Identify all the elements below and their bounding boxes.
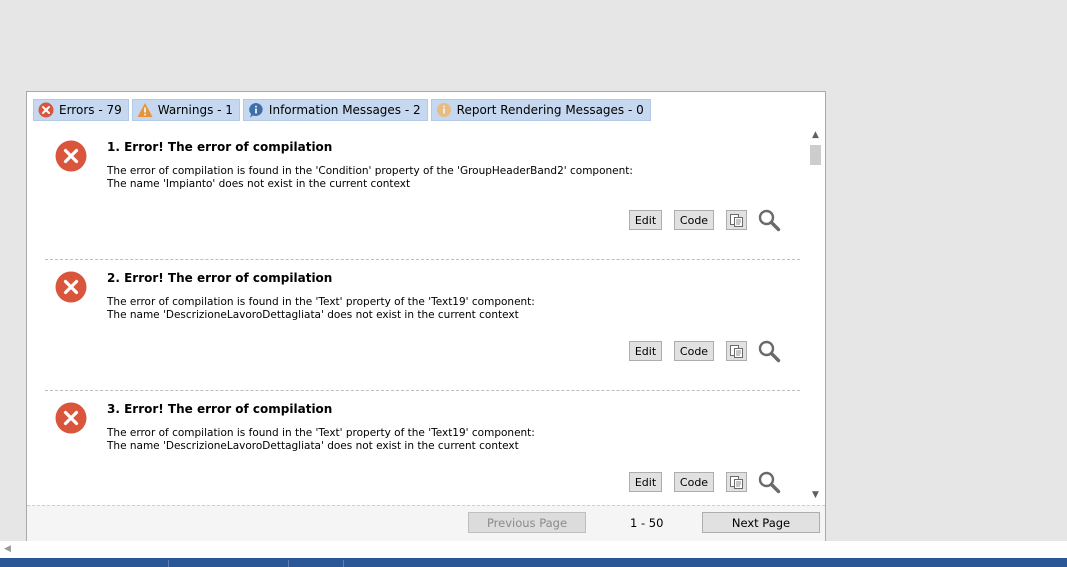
copy-button[interactable] — [726, 341, 747, 361]
message-title: 3. Error! The error of compilation — [107, 402, 333, 416]
scroll-down-icon[interactable]: ▼ — [808, 489, 823, 501]
horizontal-scrollbar[interactable]: ◀ — [0, 541, 1067, 558]
error-icon — [38, 102, 54, 118]
previous-page-button[interactable]: Previous Page — [468, 512, 586, 533]
message-description: The error of compilation is found in the… — [107, 165, 633, 177]
message-detail: The name 'DescrizioneLavoroDettagliata' … — [107, 309, 519, 321]
copy-icon — [730, 213, 743, 227]
scroll-left-icon[interactable]: ◀ — [4, 544, 11, 554]
error-icon — [55, 402, 87, 434]
pagination-bar: Previous Page 1 - 50 Next Page — [27, 505, 825, 541]
message-title: 1. Error! The error of compilation — [107, 140, 333, 154]
copy-icon — [730, 475, 743, 489]
next-page-button[interactable]: Next Page — [702, 512, 820, 533]
taskbar-divider — [168, 560, 169, 567]
info-icon — [249, 103, 263, 118]
magnifier-icon[interactable] — [757, 208, 781, 232]
copy-button[interactable] — [726, 472, 747, 492]
error-icon — [55, 271, 87, 303]
warning-icon — [137, 103, 153, 117]
message-list: 1. Error! The error of compilation The e… — [45, 129, 800, 501]
scrollbar-thumb[interactable] — [810, 145, 821, 165]
code-button[interactable]: Code — [674, 341, 714, 361]
tab-information[interactable]: Information Messages - 2 — [242, 99, 428, 121]
report-check-panel: Errors - 79 Warnings - 1 Information Mes… — [26, 91, 826, 541]
message-detail: The name 'Impianto' does not exist in th… — [107, 178, 411, 190]
message-tabs: Errors - 79 Warnings - 1 Information Mes… — [33, 99, 651, 121]
copy-button[interactable] — [726, 210, 747, 230]
taskbar-divider — [288, 560, 289, 567]
magnifier-icon[interactable] — [757, 470, 781, 494]
report-rendering-icon — [436, 103, 451, 117]
tab-report-rendering[interactable]: Report Rendering Messages - 0 — [430, 99, 651, 121]
code-button[interactable]: Code — [674, 210, 714, 230]
message-title: 2. Error! The error of compilation — [107, 271, 333, 285]
message-description: The error of compilation is found in the… — [107, 296, 535, 308]
magnifier-icon[interactable] — [757, 339, 781, 363]
tab-errors[interactable]: Errors - 79 — [33, 99, 129, 121]
copy-icon — [730, 344, 743, 358]
tab-report-rendering-label: Report Rendering Messages - 0 — [456, 103, 644, 117]
message-detail: The name 'DescrizioneLavoroDettagliata' … — [107, 440, 519, 452]
list-item: 2. Error! The error of compilation The e… — [45, 260, 800, 391]
vertical-scrollbar[interactable]: ▲ ▼ — [808, 129, 823, 501]
tab-information-label: Information Messages - 2 — [268, 103, 421, 117]
scroll-up-icon[interactable]: ▲ — [808, 129, 823, 141]
taskbar — [0, 558, 1067, 567]
tab-errors-label: Errors - 79 — [59, 103, 122, 117]
taskbar-divider — [343, 560, 344, 567]
edit-button[interactable]: Edit — [629, 472, 662, 492]
tab-warnings[interactable]: Warnings - 1 — [131, 99, 240, 121]
list-item: 1. Error! The error of compilation The e… — [45, 129, 800, 260]
list-item: 3. Error! The error of compilation The e… — [45, 391, 800, 501]
code-button[interactable]: Code — [674, 472, 714, 492]
tab-warnings-label: Warnings - 1 — [157, 103, 233, 117]
edit-button[interactable]: Edit — [629, 341, 662, 361]
error-icon — [55, 140, 87, 172]
page-range: 1 - 50 — [630, 516, 664, 530]
message-description: The error of compilation is found in the… — [107, 427, 535, 439]
edit-button[interactable]: Edit — [629, 210, 662, 230]
